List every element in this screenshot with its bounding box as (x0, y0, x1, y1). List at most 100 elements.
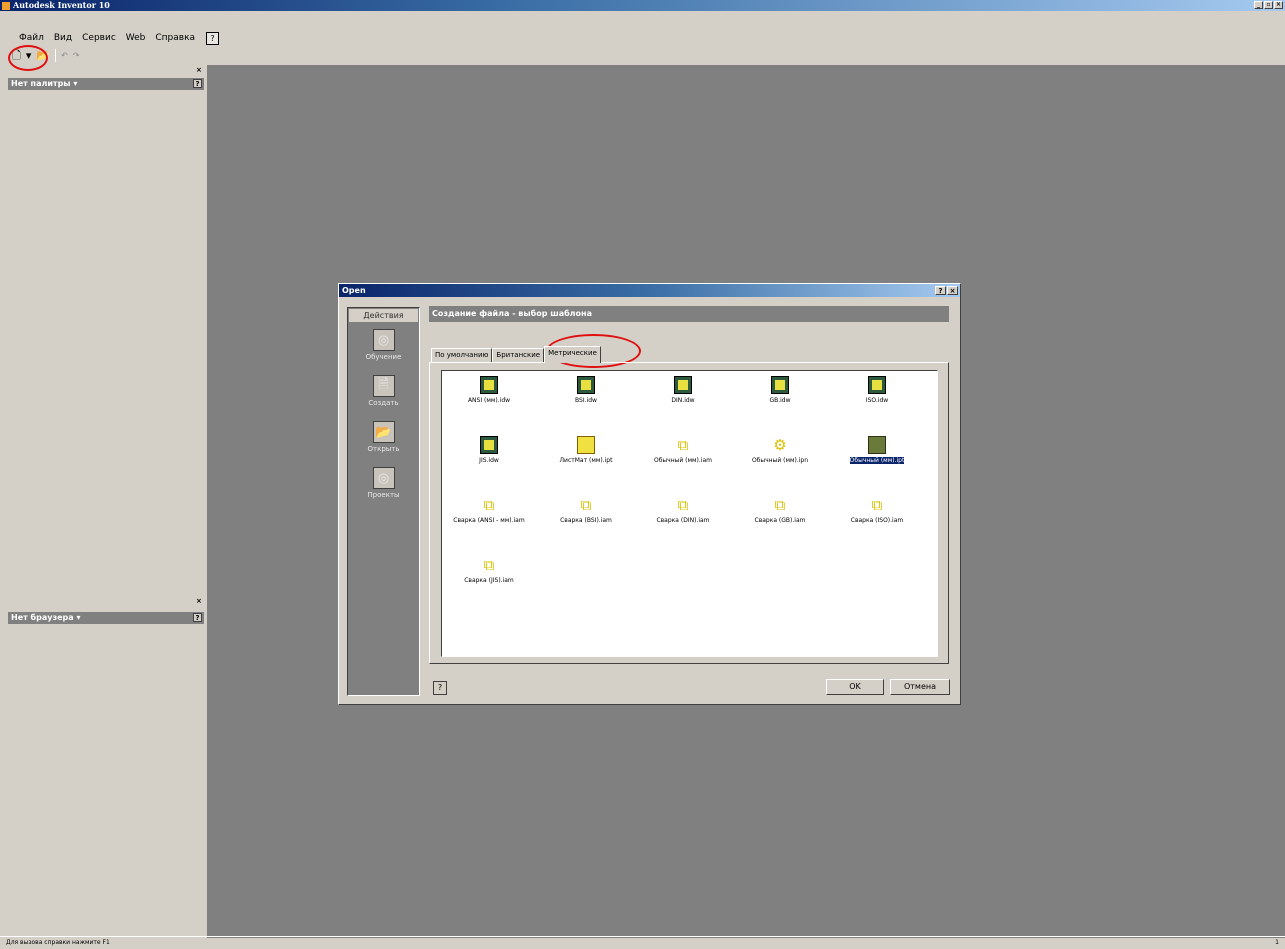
redo-icon[interactable]: ↷ (73, 49, 80, 62)
template-file-name: Обычный (мм).iam (653, 457, 712, 464)
status-indicator: 1 (1275, 939, 1279, 946)
template-tabs: По умолчанию Британские Метрические (431, 346, 601, 363)
template-file-name: ANSI (мм).idw (467, 397, 511, 404)
open-folder-icon: 📂 (372, 421, 395, 443)
palette-help-icon[interactable]: ? (193, 79, 202, 88)
action-learn[interactable]: ◎ Обучение (348, 329, 419, 361)
template-file-item[interactable]: ЛистМат (мм).ipt (541, 436, 631, 464)
dialog-close-button[interactable]: × (947, 286, 958, 295)
template-file-name: DIN.idw (671, 397, 695, 404)
dialog-titlebar: Open ? × (339, 284, 960, 297)
browser-close-icon[interactable]: × (196, 597, 202, 605)
tab-british[interactable]: Британские (492, 348, 545, 362)
template-file-name: GB.idw (769, 397, 791, 404)
menu-help[interactable]: Справка (150, 33, 200, 43)
action-learn-label: Обучение (365, 353, 402, 361)
template-file-name: Сварка (ANSI - мм).iam (453, 517, 525, 524)
template-file-name: Сварка (JIS).iam (464, 577, 514, 584)
presentation-icon: ⚙ (773, 436, 787, 454)
annotation-circle-new (8, 45, 48, 71)
app-title: Autodesk Inventor 10 (13, 0, 110, 10)
template-file-item[interactable]: ⧉ Сварка (DIN).iam (638, 496, 728, 524)
tab-panel: ANSI (мм).idw BSI.idw DIN.idw GB.idw ISO.idw… (429, 362, 949, 664)
menu-file[interactable]: Файл (14, 33, 49, 43)
template-file-item[interactable]: DIN.idw (638, 376, 728, 404)
template-file-name: Сварка (DIN).iam (656, 517, 710, 524)
assembly-icon: ⧉ (871, 496, 883, 514)
action-open-label: Открыть (367, 445, 400, 453)
menu-service[interactable]: Сервис (77, 33, 121, 43)
inventor-app-icon (2, 1, 10, 10)
close-button[interactable]: × (1274, 1, 1283, 9)
drawing-icon (674, 376, 692, 394)
actions-header: Действия (349, 309, 418, 322)
drawing-icon (771, 376, 789, 394)
dialog-controls: ? × (935, 286, 958, 295)
actions-pane: Действия ◎ Обучение 🗎 Создать 📂 Открыть … (347, 307, 420, 696)
template-file-item[interactable]: BSI.idw (541, 376, 631, 404)
toolbar-separator (55, 49, 57, 62)
template-file-item[interactable]: ⚙ Обычный (мм).ipn (735, 436, 825, 464)
drawing-icon (577, 376, 595, 394)
template-file-item[interactable]: ⧉ Сварка (GB).iam (735, 496, 825, 524)
tab-metric[interactable]: Метрические (544, 346, 601, 363)
status-text: Для вызова справки нажмите F1 (6, 939, 110, 946)
action-open[interactable]: 📂 Открыть (348, 421, 419, 453)
window-controls: _ ▫ × (1254, 1, 1283, 9)
template-file-name: BSI.idw (575, 397, 597, 404)
template-file-name: Обычный (мм).ipt (848, 456, 906, 465)
template-file-name: Сварка (GB).iam (754, 517, 806, 524)
template-file-item[interactable]: Обычный (мм).ipt (832, 436, 922, 465)
template-file-item[interactable]: ⧉ Сварка (BSI).iam (541, 496, 631, 524)
drawing-icon (480, 436, 498, 454)
dialog-help-button[interactable]: ? (935, 286, 946, 295)
action-new-label: Создать (368, 399, 399, 407)
assembly-icon: ⧉ (677, 436, 689, 454)
template-file-item[interactable]: ⧉ Сварка (JIS).iam (444, 556, 534, 584)
template-file-item[interactable]: ⧉ Сварка (ISO).iam (832, 496, 922, 524)
template-file-name: ISO.idw (865, 397, 889, 404)
template-file-name: Сварка (BSI).iam (560, 517, 612, 524)
action-projects[interactable]: ◎ Проекты (348, 467, 419, 499)
template-file-item[interactable]: GB.idw (735, 376, 825, 404)
template-file-list: ANSI (мм).idw BSI.idw DIN.idw GB.idw ISO.idw… (441, 370, 938, 657)
template-file-item[interactable]: ISO.idw (832, 376, 922, 404)
app-titlebar: Autodesk Inventor 10 _ ▫ × (0, 0, 1285, 11)
tab-default[interactable]: По умолчанию (431, 348, 493, 362)
template-file-item[interactable]: ⧉ Обычный (мм).iam (638, 436, 728, 464)
menu-web[interactable]: Web (121, 33, 151, 43)
browser-panel-title: Нет браузера ▾ (11, 613, 81, 622)
template-file-name: JIS.idw (479, 457, 499, 464)
assembly-icon: ⧉ (580, 496, 592, 514)
drawing-icon (480, 376, 498, 394)
assembly-icon: ⧉ (483, 496, 495, 514)
palette-panel-header[interactable]: Нет палитры ▾ ? (8, 78, 204, 90)
sheetmetal-part-icon (577, 436, 595, 454)
cancel-button[interactable]: Отмена (890, 679, 950, 695)
template-file-item[interactable]: ANSI (мм).idw (444, 376, 534, 404)
maximize-button[interactable]: ▫ (1264, 1, 1273, 9)
dialog-help-icon[interactable]: ? (433, 681, 447, 695)
dialog-title: Open (342, 286, 366, 295)
palette-panel-title: Нет палитры ▾ (11, 79, 78, 88)
new-document-icon: 🗎 (372, 375, 395, 397)
browser-panel-header[interactable]: Нет браузера ▾ ? (8, 612, 204, 624)
assembly-icon: ⧉ (483, 556, 495, 574)
part-icon (868, 436, 886, 454)
status-bar: Для вызова справки нажмите F1 1 (0, 936, 1285, 948)
template-section-header: Создание файла - выбор шаблона (429, 306, 949, 322)
template-file-name: Сварка (ISO).iam (850, 517, 904, 524)
template-file-item[interactable]: ⧉ Сварка (ANSI - мм).iam (444, 496, 534, 524)
menu-view[interactable]: Вид (49, 33, 77, 43)
palette-close-icon[interactable]: × (196, 66, 202, 74)
browser-help-icon[interactable]: ? (193, 613, 202, 622)
open-dialog: Open ? × Действия ◎ Обучение 🗎 Создать 📂… (338, 283, 961, 705)
template-file-item[interactable]: JIS.idw (444, 436, 534, 464)
help-icon[interactable]: ? (206, 31, 220, 45)
undo-icon[interactable]: ↶ (61, 49, 68, 62)
minimize-button[interactable]: _ (1254, 1, 1263, 9)
assembly-icon: ⧉ (677, 496, 689, 514)
ok-button[interactable]: OK (826, 679, 884, 695)
action-projects-label: Проекты (367, 491, 400, 499)
action-new[interactable]: 🗎 Создать (348, 375, 419, 407)
